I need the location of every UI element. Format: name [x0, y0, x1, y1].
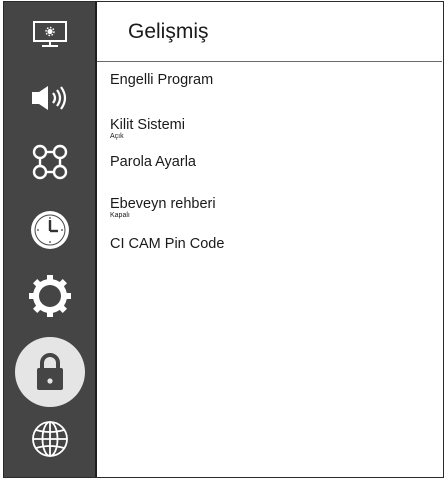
main-panel: Gelişmiş Engelli Program Kilit Sistemi A… — [97, 2, 442, 477]
menu-item-label: Parola Ayarla — [110, 154, 196, 170]
menu-item-label: Ebeveyn rehberi — [110, 196, 216, 212]
lock-icon — [36, 353, 63, 390]
sidebar — [4, 2, 95, 477]
active-indicator — [14, 337, 85, 407]
speaker-icon — [31, 86, 66, 110]
sidebar-item-apps[interactable] — [4, 130, 95, 194]
clock-icon — [30, 211, 69, 249]
sidebar-item-network[interactable] — [4, 407, 95, 471]
page-title: Gelişmiş — [128, 20, 209, 43]
sidebar-item-picture[interactable] — [4, 2, 95, 66]
sidebar-item-timer[interactable] — [4, 198, 95, 262]
menu-item-label: Kilit Sistemi — [110, 117, 185, 133]
globe-icon — [31, 421, 68, 457]
command-icon — [32, 144, 67, 180]
panel-header: Gelişmiş — [97, 2, 442, 62]
sidebar-item-sound[interactable] — [4, 66, 95, 130]
menu-item-kilit-sistemi[interactable]: Kilit Sistemi Açık — [110, 117, 185, 141]
menu-item-value: Kapalı — [110, 212, 130, 219]
sidebar-item-lock[interactable] — [4, 337, 95, 407]
menu-item-parola-ayarla[interactable]: Parola Ayarla — [110, 154, 196, 170]
menu-item-label: Engelli Program — [110, 72, 214, 88]
gear-icon — [28, 275, 71, 317]
menu-item-value: Açık — [110, 133, 124, 140]
menu-item-ebeveyn-rehberi[interactable]: Ebeveyn rehberi Kapalı — [110, 196, 216, 220]
menu-item-ci-cam-pin-code[interactable]: CI CAM Pin Code — [110, 236, 224, 252]
display-settings-icon — [32, 21, 67, 47]
menu-item-label: CI CAM Pin Code — [110, 236, 225, 252]
sidebar-item-settings[interactable] — [4, 264, 95, 328]
menu-item-engelli-program[interactable]: Engelli Program — [110, 72, 213, 88]
